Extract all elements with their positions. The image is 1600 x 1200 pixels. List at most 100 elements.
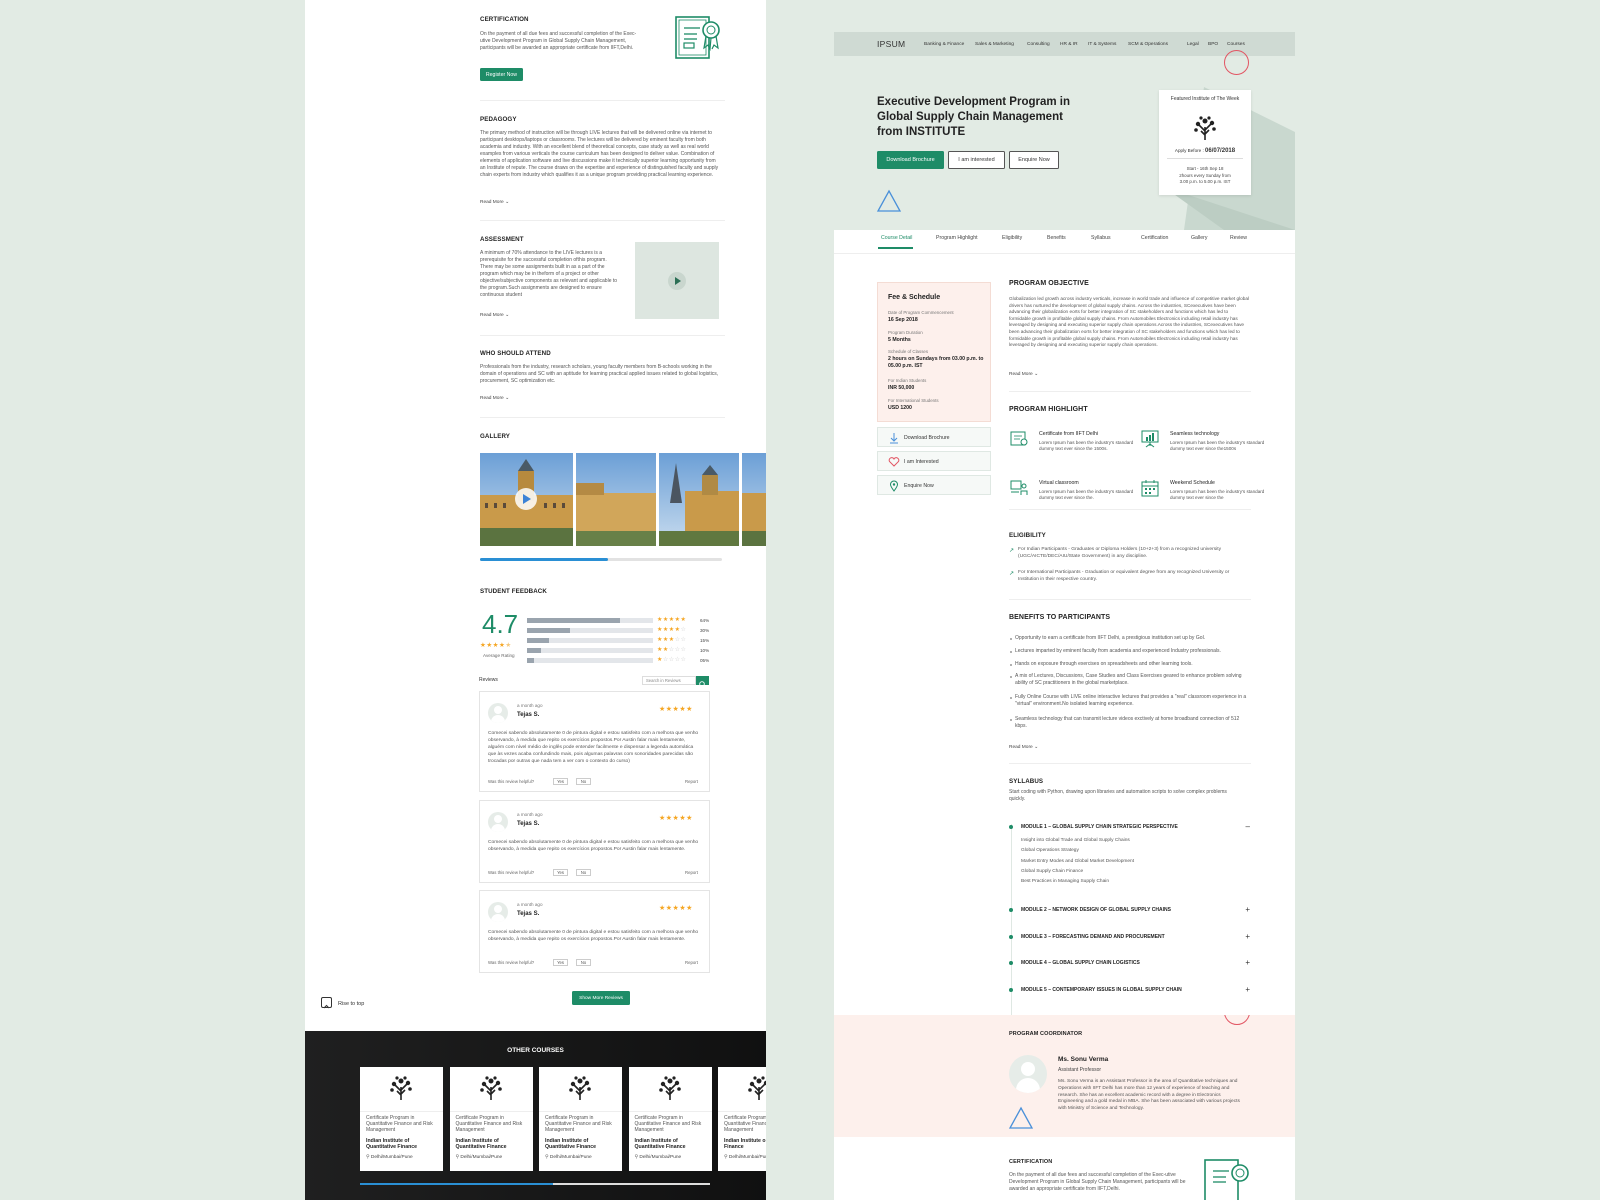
syllabus-module[interactable]: MODULE 5 – CONTEMPORARY ISSUES IN GLOBAL… — [1009, 985, 1250, 994]
helpful-no-button[interactable]: No — [576, 958, 591, 966]
syllabus-module[interactable]: MODULE 3 – FORECASTING DEMAND AND PROCUR… — [1009, 932, 1250, 941]
rating-stars: ★★☆☆☆ — [657, 647, 687, 653]
coordinator-bio: Ms. Sonu Verma is an Assistant Professor… — [1058, 1079, 1240, 1112]
benefit-item: Seamless technology that can transmit le… — [1010, 716, 1250, 730]
course-card[interactable]: Certificate Program in Quantitative Fina… — [718, 1067, 766, 1171]
featured-institute-card[interactable]: Featured Institute of The Week Apply Bef… — [1159, 90, 1251, 195]
expand-icon[interactable]: + — [1245, 932, 1250, 941]
benefit-item: Fully Online Course with LIVE online int… — [1010, 694, 1250, 708]
tab-program-highlight[interactable]: Program Highlight — [936, 235, 978, 241]
enquire-now-button[interactable]: Enquire Now — [1009, 151, 1059, 169]
fee-value: USD 1200 — [888, 405, 912, 411]
report-link[interactable]: Report — [685, 870, 698, 875]
courses-scrollbar[interactable] — [360, 1183, 710, 1185]
eligibility-item: For International Participants - Graduat… — [1018, 570, 1230, 582]
nav-item[interactable]: Legal — [1187, 42, 1199, 47]
report-link[interactable]: Report — [685, 779, 698, 784]
review-search-input[interactable]: Search in Reviews — [642, 676, 696, 685]
show-more-reviews-button[interactable]: Show More Reviews — [572, 991, 630, 1005]
module-topic: Insight into Global Trade and Global Sup… — [1021, 838, 1130, 843]
pedagogy-read-more[interactable]: Read More ⌄ — [480, 200, 509, 205]
presentation-icon — [1140, 429, 1160, 454]
reviewer-avatar — [488, 902, 508, 922]
who-read-more[interactable]: Read More ⌄ — [480, 396, 509, 401]
report-link[interactable]: Report — [685, 960, 698, 965]
nav-item[interactable]: Consulting — [1027, 42, 1050, 47]
institute-logo — [388, 1075, 414, 1106]
rating-bar-fill — [527, 638, 549, 643]
syllabus-module[interactable]: MODULE 1 – GLOBAL SUPPLY CHAIN STRATEGIC… — [1009, 822, 1250, 831]
tab-review[interactable]: Review — [1230, 235, 1247, 241]
tab-syllabus[interactable]: Syllabus — [1091, 235, 1111, 241]
nav-item[interactable]: BPO — [1208, 42, 1218, 47]
nav-item[interactable]: Banking & Finance — [924, 42, 964, 47]
fee-value: INR 50,000 — [888, 385, 915, 391]
brand-logo[interactable]: IPSUM — [877, 39, 905, 49]
virtual-classroom-icon — [1009, 478, 1029, 503]
gallery-scrollbar[interactable] — [480, 558, 722, 561]
play-icon[interactable] — [668, 272, 686, 290]
side-action-i-am-interested[interactable]: I am Interested — [877, 451, 991, 471]
helpful-no-button[interactable]: No — [576, 777, 591, 785]
gallery-strip[interactable] — [480, 453, 766, 546]
helpful-yes-button[interactable]: Yes — [553, 958, 568, 966]
benefits-read-more[interactable]: Read More ⌄ — [1009, 745, 1038, 750]
nav-item[interactable]: Courses — [1227, 42, 1245, 47]
download-brochure-button[interactable]: Download Brochure — [877, 151, 944, 169]
rating-bar — [527, 638, 653, 643]
fee-value: 5 Months — [888, 337, 911, 343]
tab-course-detail[interactable]: Course Detail — [881, 235, 912, 241]
program-objective-text: Globalization led growth across industry… — [1009, 296, 1249, 348]
gallery-scroll-thumb[interactable] — [480, 558, 609, 561]
heart-icon — [888, 457, 900, 467]
bottom-certification-title: CERTIFICATION — [1009, 1159, 1053, 1165]
assessment-read-more[interactable]: Read More ⌄ — [480, 313, 509, 318]
course-card[interactable]: Certificate Program in Quantitative Fina… — [539, 1067, 622, 1171]
rating-percent: 64% — [700, 618, 710, 623]
average-rating-label: Average Rating — [483, 653, 515, 658]
review-time: a month ago — [517, 703, 543, 708]
course-location: ⚲ Delhi/Mumbai/Pune — [366, 1155, 413, 1160]
expand-icon[interactable]: + — [1245, 958, 1250, 967]
course-card[interactable]: Certificate Program in Quantitative Fina… — [360, 1067, 443, 1171]
nav-item[interactable]: HR & IR — [1060, 42, 1078, 47]
assessment-video[interactable] — [635, 242, 719, 319]
expand-icon[interactable]: + — [1245, 985, 1250, 994]
objective-read-more[interactable]: Read More ⌄ — [1009, 372, 1038, 377]
module-topic: Global Operations Strategy — [1021, 848, 1079, 854]
helpful-yes-button[interactable]: Yes — [553, 868, 568, 876]
course-location: ⚲ Delhi/Mumbai/Pune — [724, 1155, 766, 1160]
side-action-download-brochure[interactable]: Download Brochure — [877, 427, 991, 447]
syllabus-module[interactable]: MODULE 2 – NETWORK DESIGN OF GLOBAL SUPP… — [1009, 905, 1250, 914]
nav-item[interactable]: IT & Systems — [1088, 42, 1116, 47]
courses-scroll-thumb[interactable] — [360, 1183, 553, 1185]
fee-schedule-title: Fee & Schedule — [888, 294, 941, 301]
review-card: a month ago Tejas S. ★★★★★ Comecei sabendo … — [479, 800, 710, 883]
institute-logo — [567, 1075, 593, 1106]
rise-to-top-label[interactable]: Rise to top — [338, 1001, 364, 1007]
i-am-interested-button[interactable]: I am interested — [948, 151, 1005, 169]
helpful-yes-button[interactable]: Yes — [553, 777, 568, 785]
course-location: ⚲ Delhi/Mumbai/Pune — [634, 1155, 682, 1160]
course-card[interactable]: Certificate Program in Quantitative Fina… — [449, 1067, 533, 1171]
gallery-image-3 — [659, 453, 739, 546]
institute-logo — [657, 1075, 683, 1106]
rating-bar-fill — [527, 618, 620, 623]
register-now-button[interactable]: Register Now — [480, 68, 523, 81]
syllabus-module[interactable]: MODULE 4 – GLOBAL SUPPLY CHAIN LOGISTICS… — [1009, 958, 1250, 967]
tab-benefits[interactable]: Benefits — [1047, 235, 1066, 241]
side-action-enquire-now[interactable]: Enquire Now — [877, 475, 991, 495]
nav-item[interactable]: SCM & Operations — [1128, 42, 1168, 47]
helpful-no-button[interactable]: No — [576, 868, 591, 876]
rise-to-top-button[interactable] — [321, 997, 332, 1009]
tab-certification[interactable]: Certification — [1141, 235, 1168, 241]
course-card[interactable]: Certificate Program in Quantitative Fina… — [628, 1067, 712, 1171]
tab-gallery[interactable]: Gallery — [1191, 235, 1207, 241]
coordinator-avatar — [1009, 1055, 1047, 1093]
expand-icon[interactable]: + — [1245, 905, 1250, 914]
bottom-certification-text: On the payment of all due fees and succe… — [1009, 1172, 1186, 1192]
collapse-icon[interactable]: – — [1246, 822, 1250, 831]
nav-item[interactable]: Sales & Marketing — [975, 42, 1014, 47]
review-search-button[interactable] — [696, 676, 709, 688]
tab-eligibility[interactable]: Eligibility — [1002, 235, 1022, 241]
